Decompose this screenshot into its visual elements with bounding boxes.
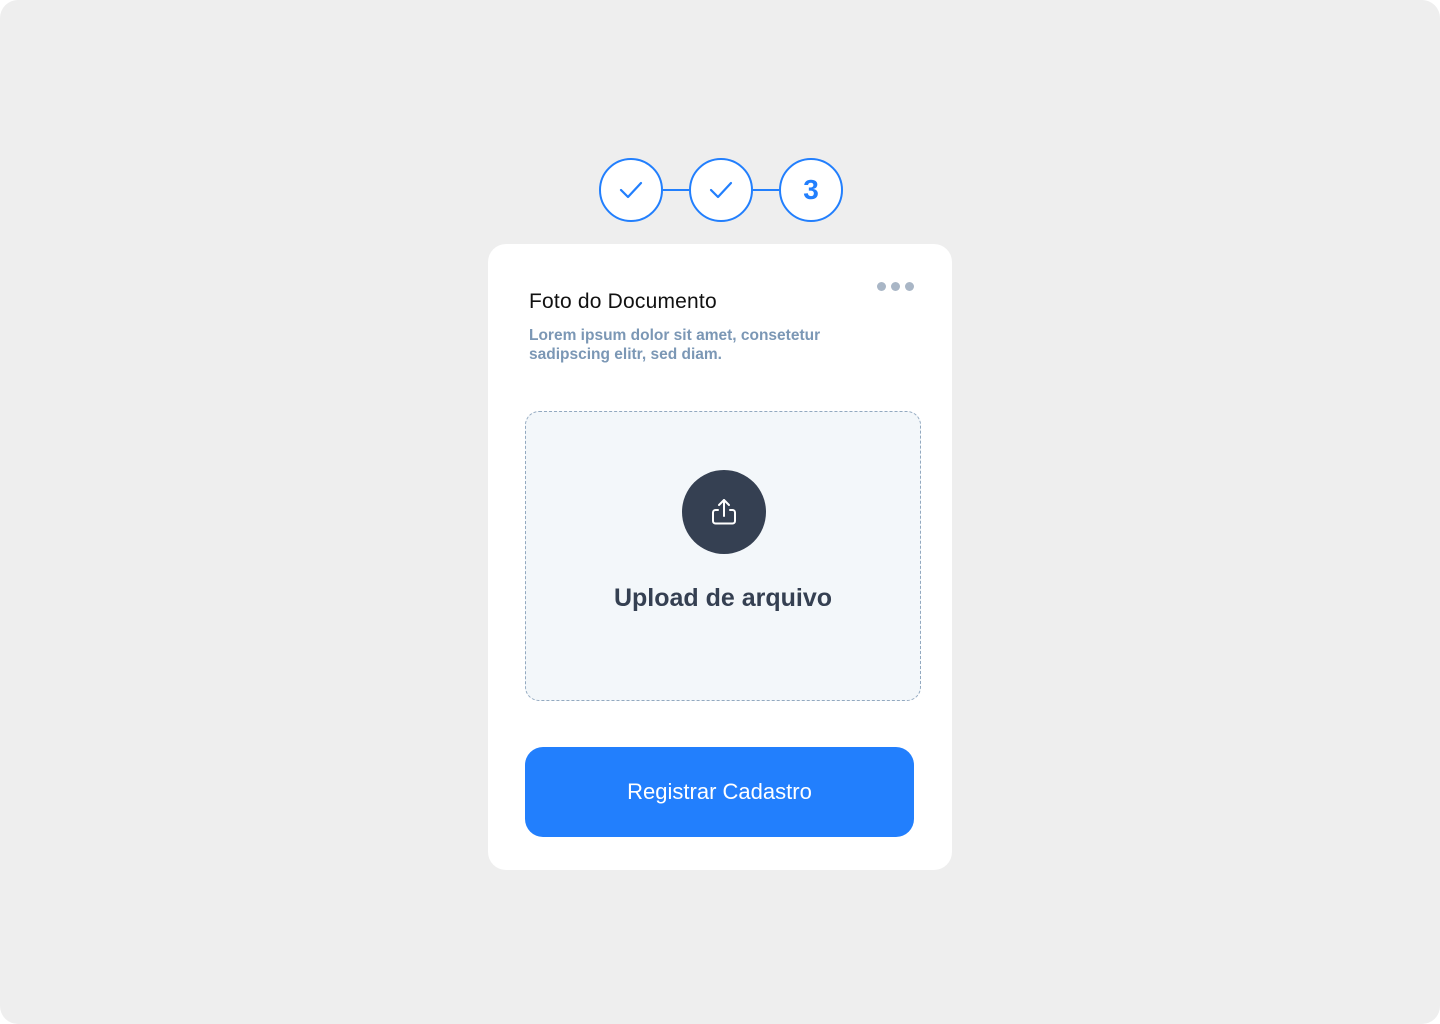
card-title: Foto do Documento — [529, 290, 717, 313]
upload-button[interactable] — [682, 470, 766, 554]
check-icon — [709, 181, 733, 199]
step-3-current[interactable]: 3 — [779, 158, 843, 222]
step-1-completed[interactable] — [599, 158, 663, 222]
upload-dropzone[interactable]: Upload de arquivo — [525, 411, 921, 701]
register-button[interactable]: Registrar Cadastro — [525, 747, 914, 837]
check-icon — [619, 181, 643, 199]
document-upload-card: Foto do Documento Lorem ipsum dolor sit … — [488, 244, 952, 870]
upload-label: Upload de arquivo — [613, 584, 833, 612]
step-number: 3 — [803, 174, 819, 205]
dot — [877, 281, 886, 291]
page-background: 3 Foto do Documento Lorem ipsum dolor si… — [0, 0, 1440, 1024]
card-subtitle: Lorem ipsum dolor sit amet, consetetur s… — [529, 327, 821, 363]
stepper-connector — [663, 189, 689, 191]
more-dots-icon[interactable] — [877, 281, 917, 291]
dot — [891, 281, 900, 291]
progress-stepper: 3 — [599, 158, 843, 222]
upload-share-icon — [712, 499, 736, 525]
step-2-completed[interactable] — [689, 158, 753, 222]
dot — [905, 281, 914, 291]
stepper-connector — [753, 189, 779, 191]
